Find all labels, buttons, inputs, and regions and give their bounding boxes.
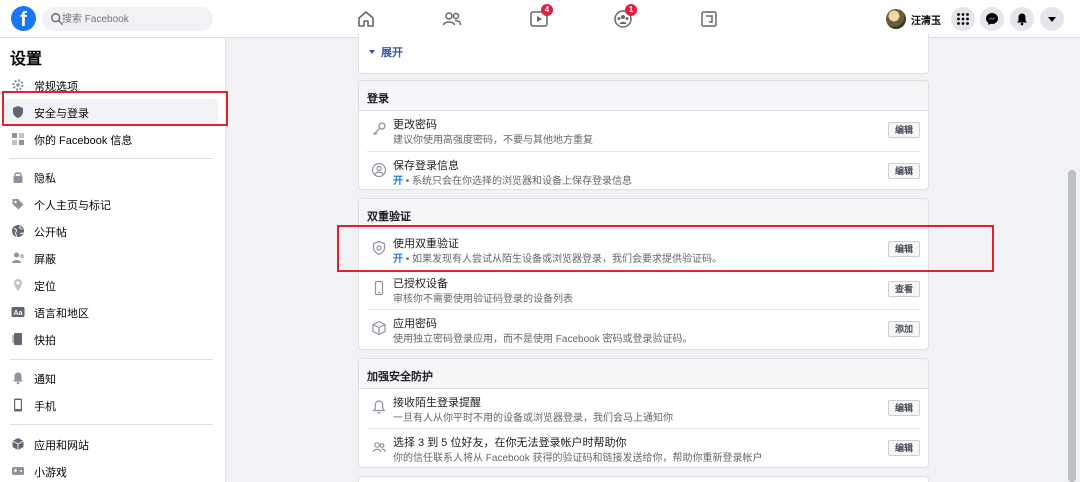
profile-name: 汪清玉 bbox=[911, 15, 941, 27]
svg-text:Aa: Aa bbox=[14, 310, 23, 317]
authorized-devices-view-button[interactable]: 查看 bbox=[887, 281, 920, 297]
nav-groups[interactable]: 1 bbox=[612, 4, 637, 30]
bell-icon bbox=[1017, 13, 1027, 26]
gaming-icon bbox=[701, 11, 717, 27]
sidebar-item-apps-websites[interactable]: 应用和网站 bbox=[4, 431, 218, 457]
login-section-header: 登录 bbox=[359, 81, 928, 111]
bell-outline-icon bbox=[372, 400, 386, 414]
account-menu-button[interactable] bbox=[1040, 7, 1064, 31]
sidebar-item-public-posts[interactable]: 公开帖 bbox=[4, 218, 218, 244]
menu-button[interactable] bbox=[951, 7, 975, 31]
key-icon bbox=[373, 122, 386, 136]
expand-card: 展开 bbox=[358, 34, 929, 74]
profile-shortcut[interactable]: 汪清玉 bbox=[886, 7, 941, 31]
grid-menu-icon bbox=[957, 13, 969, 25]
messenger-icon bbox=[986, 13, 998, 25]
nav-gaming[interactable] bbox=[698, 8, 720, 30]
watch-notification-badge: 4 bbox=[541, 4, 553, 16]
sidebar-divider bbox=[10, 359, 213, 360]
annotation-highlight-two-factor bbox=[337, 225, 994, 272]
home-icon bbox=[358, 11, 374, 27]
phone-outline-icon bbox=[374, 280, 384, 296]
sidebar-item-profile-tagging[interactable]: 个人主页与标记 bbox=[4, 191, 218, 217]
sidebar-title: 设置 bbox=[10, 51, 43, 68]
sidebar-item-language-region[interactable]: Aa 语言和地区 bbox=[4, 299, 218, 325]
save-login-info-row[interactable]: 保存登录信息 开 • 系统只会在你选择的浏览器和设备上保存登录信息 编辑 bbox=[367, 151, 920, 191]
trusted-contacts-row[interactable]: 选择 3 到 5 位好友，在你无法登录帐户时帮助你 你的信任联系人将从 Face… bbox=[367, 428, 920, 468]
trusted-contacts-edit-button[interactable]: 编辑 bbox=[887, 440, 920, 456]
apps-cube-icon bbox=[12, 438, 24, 450]
sidebar-item-mobile[interactable]: 手机 bbox=[4, 392, 218, 418]
save-login-info-edit-button[interactable]: 编辑 bbox=[887, 163, 920, 179]
change-password-row[interactable]: 更改密码 建议你使用高强度密码，不要与其他地方重复 编辑 bbox=[367, 110, 920, 150]
game-controller-icon bbox=[12, 467, 24, 475]
facebook-info-icon bbox=[12, 133, 24, 145]
sidebar-item-location[interactable]: 定位 bbox=[4, 272, 218, 298]
unrecognized-login-alerts-row[interactable]: 接收陌生登录提醒 一旦有人从你平时不用的设备或浏览器登录，我们会马上通知你 编辑 bbox=[367, 388, 920, 428]
expand-link[interactable]: 展开 bbox=[369, 44, 403, 60]
facebook-logo[interactable]: f bbox=[11, 6, 36, 31]
location-pin-icon bbox=[14, 279, 22, 291]
sidebar-item-blocking[interactable]: 屏蔽 bbox=[4, 245, 218, 271]
extra-security-section: 加强安全防护 接收陌生登录提醒 一旦有人从你平时不用的设备或浏览器登录，我们会马… bbox=[358, 358, 929, 468]
app-passwords-add-button[interactable]: 添加 bbox=[887, 321, 920, 337]
sidebar-item-stories[interactable]: 快拍 bbox=[4, 326, 218, 352]
top-navigation-bar: f 4 1 bbox=[0, 0, 1080, 38]
sidebar-divider bbox=[10, 424, 213, 425]
nav-home[interactable] bbox=[355, 8, 377, 30]
sidebar-divider bbox=[10, 158, 213, 159]
nav-watch[interactable]: 4 bbox=[528, 4, 553, 30]
user-circle-icon bbox=[371, 162, 387, 178]
next-section-card bbox=[358, 476, 929, 482]
lock-icon bbox=[13, 172, 23, 183]
phone-icon bbox=[14, 398, 22, 412]
nav-friends[interactable] bbox=[441, 8, 463, 30]
sidebar-item-privacy[interactable]: 隐私 bbox=[4, 164, 218, 190]
search-input[interactable] bbox=[62, 7, 210, 31]
groups-notification-badge: 1 bbox=[625, 4, 637, 16]
block-user-icon bbox=[12, 252, 25, 263]
messenger-button[interactable] bbox=[980, 7, 1004, 31]
gear-icon bbox=[12, 79, 24, 91]
status-on: 开 bbox=[393, 176, 403, 187]
stories-icon bbox=[12, 333, 22, 345]
app-passwords-row[interactable]: 应用密码 使用独立密码登录应用，而不是使用 Facebook 密码或登录验证码。… bbox=[367, 309, 920, 349]
tag-icon bbox=[12, 199, 24, 210]
language-icon: Aa bbox=[11, 307, 25, 317]
two-factor-section: 双重验证 使用双重验证 开 • 如果发现有人尝试从陌生设备或浏览器登录，我们会要… bbox=[358, 198, 929, 350]
bell-icon bbox=[13, 372, 23, 385]
cube-outline-icon bbox=[372, 320, 386, 336]
avatar bbox=[886, 9, 906, 29]
notifications-button[interactable] bbox=[1010, 7, 1034, 31]
annotation-highlight-security-login bbox=[2, 91, 228, 126]
extra-security-section-header: 加强安全防护 bbox=[359, 359, 928, 389]
sidebar-item-notifications[interactable]: 通知 bbox=[4, 365, 218, 391]
caret-down-icon bbox=[369, 50, 375, 54]
change-password-edit-button[interactable]: 编辑 bbox=[887, 122, 920, 138]
friends-outline-icon bbox=[372, 442, 386, 453]
friends-icon bbox=[442, 12, 462, 26]
login-section: 登录 更改密码 建议你使用高强度密码，不要与其他地方重复 编辑 保存登录信息 开… bbox=[358, 80, 929, 190]
sidebar-item-your-facebook-info[interactable]: 你的 Facebook 信息 bbox=[4, 126, 218, 152]
search-box[interactable] bbox=[42, 7, 213, 31]
login-alerts-edit-button[interactable]: 编辑 bbox=[887, 400, 920, 416]
page-scrollbar-thumb[interactable] bbox=[1068, 170, 1076, 482]
globe-icon bbox=[12, 225, 24, 237]
caret-down-icon bbox=[1048, 17, 1056, 22]
sidebar-item-instant-games[interactable]: 小游戏 bbox=[4, 458, 218, 482]
authorized-devices-row[interactable]: 已授权设备 审核你不需要使用验证码登录的设备列表 查看 bbox=[367, 269, 920, 309]
